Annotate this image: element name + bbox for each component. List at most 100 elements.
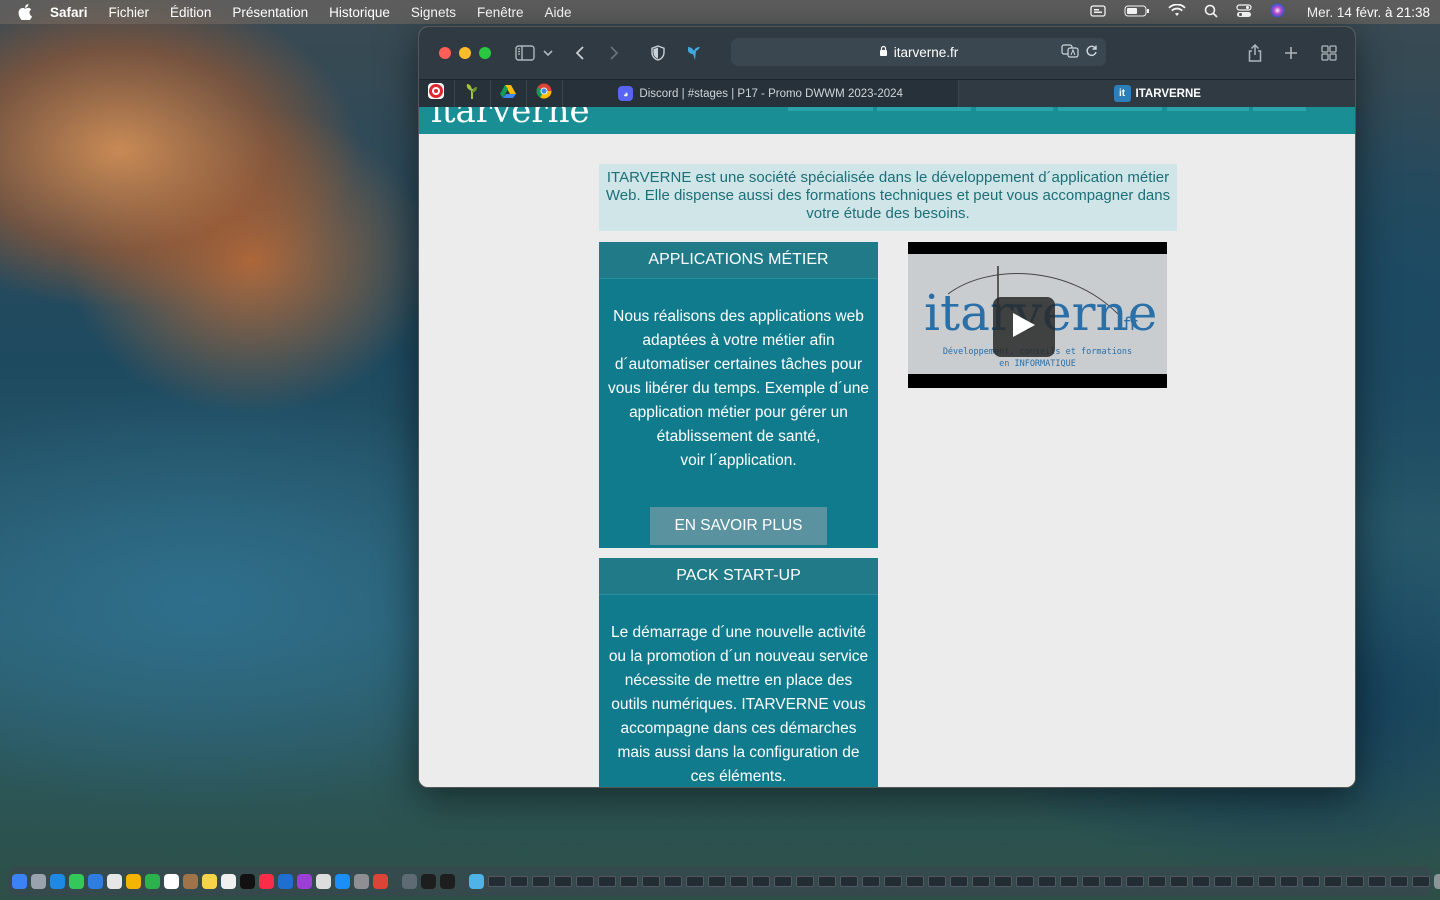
minimized-window[interactable] <box>840 875 858 887</box>
minimized-window[interactable] <box>818 875 836 887</box>
minimized-window[interactable] <box>620 875 638 887</box>
address-bar[interactable]: itarverne.fr <box>731 38 1106 66</box>
apple-icon[interactable] <box>18 4 32 20</box>
control-center-icon[interactable] <box>1236 3 1252 21</box>
maps-icon[interactable] <box>107 873 122 889</box>
minimized-window[interactable] <box>1016 875 1034 887</box>
launchpad-icon[interactable] <box>31 873 46 889</box>
settings-icon[interactable] <box>354 873 369 889</box>
site-logo[interactable]: itarverne <box>431 107 590 131</box>
nav-item[interactable] <box>976 107 1053 111</box>
minimized-window[interactable] <box>1060 875 1078 887</box>
minimized-window[interactable] <box>972 875 990 887</box>
pinned-tab-red[interactable] <box>419 79 455 108</box>
minimized-window[interactable] <box>1324 875 1342 887</box>
contacts-icon[interactable] <box>183 873 198 889</box>
menu-edition[interactable]: Édition <box>170 5 211 20</box>
app-icon[interactable] <box>316 873 331 889</box>
minimized-window[interactable] <box>884 875 902 887</box>
nav-item[interactable] <box>1058 107 1162 111</box>
pinned-tab-chrome[interactable] <box>527 79 563 108</box>
view-application-link[interactable]: voir l´application. <box>607 449 870 473</box>
minimized-window[interactable] <box>1390 875 1408 887</box>
minimized-window[interactable] <box>1192 875 1210 887</box>
minimized-window[interactable] <box>1302 875 1320 887</box>
figma-icon[interactable] <box>421 873 436 889</box>
minimized-window[interactable] <box>1104 875 1122 887</box>
menu-aide[interactable]: Aide <box>544 5 571 20</box>
extension-bird-icon[interactable] <box>685 44 703 62</box>
wifi-icon[interactable] <box>1168 3 1186 20</box>
minimized-window[interactable] <box>532 875 550 887</box>
sidebar-toggle-icon[interactable] <box>515 45 535 61</box>
tab-discord[interactable]: ◕ Discord | #stages | P17 - Promo DWWM 2… <box>563 79 960 108</box>
nav-item[interactable] <box>788 107 873 111</box>
zoom-window-button[interactable] <box>479 47 491 59</box>
menu-app-name[interactable]: Safari <box>50 5 88 20</box>
minimized-window[interactable] <box>906 875 924 887</box>
minimized-window[interactable] <box>1346 875 1364 887</box>
minimized-window[interactable] <box>576 875 594 887</box>
menu-historique[interactable]: Historique <box>329 5 390 20</box>
music-icon[interactable] <box>259 873 274 889</box>
minimized-window[interactable] <box>774 875 792 887</box>
reload-icon[interactable] <box>1085 44 1098 61</box>
minimized-window[interactable] <box>1170 875 1188 887</box>
minimized-window[interactable] <box>1412 875 1430 887</box>
minimized-window[interactable] <box>1038 875 1056 887</box>
minimized-window[interactable] <box>862 875 880 887</box>
pinned-tab-plant[interactable] <box>455 79 491 108</box>
podcasts-icon[interactable] <box>297 873 312 889</box>
minimized-window[interactable] <box>730 875 748 887</box>
minimized-window[interactable] <box>1082 875 1100 887</box>
minimized-window[interactable] <box>510 875 528 887</box>
minimized-window[interactable] <box>598 875 616 887</box>
chrome-dock-icon[interactable] <box>373 873 388 889</box>
share-icon[interactable] <box>1248 44 1262 62</box>
menu-presentation[interactable]: Présentation <box>232 5 308 20</box>
minimized-window[interactable] <box>664 875 682 887</box>
minimized-window[interactable] <box>488 875 506 887</box>
finder-icon[interactable] <box>12 873 27 889</box>
menu-signets[interactable]: Signets <box>411 5 456 20</box>
pinned-tab-drive[interactable] <box>491 79 527 108</box>
minimized-window[interactable] <box>1280 875 1298 887</box>
back-icon[interactable] <box>575 45 585 61</box>
calendar-icon[interactable] <box>164 873 179 889</box>
reminders-icon[interactable] <box>221 873 236 889</box>
tab-overview-icon[interactable] <box>1321 45 1337 61</box>
mail-icon[interactable] <box>88 873 103 889</box>
notes-icon[interactable] <box>202 873 217 889</box>
minimized-window[interactable] <box>554 875 572 887</box>
forward-icon[interactable] <box>609 45 619 61</box>
search-icon[interactable] <box>1204 4 1218 21</box>
safari-dock-icon[interactable] <box>50 873 65 889</box>
minimized-window[interactable] <box>796 875 814 887</box>
reader-status-icon[interactable] <box>1090 4 1106 20</box>
menubar-clock[interactable]: Mer. 14 févr. à 21:38 <box>1307 5 1430 20</box>
privacy-shield-icon[interactable] <box>651 45 665 61</box>
en-savoir-plus-button[interactable]: EN SAVOIR PLUS <box>650 507 827 545</box>
nav-item[interactable] <box>1167 107 1249 111</box>
minimized-window[interactable] <box>642 875 660 887</box>
minimized-window[interactable] <box>1214 875 1232 887</box>
menu-fenetre[interactable]: Fenêtre <box>477 5 524 20</box>
folder-icon[interactable] <box>469 873 484 889</box>
tab-itarverne[interactable]: it ITARVERNE <box>959 79 1355 108</box>
battery-icon[interactable] <box>1124 5 1150 20</box>
nav-item[interactable] <box>1253 107 1306 111</box>
minimized-window[interactable] <box>928 875 946 887</box>
trash-icon[interactable] <box>1434 873 1440 889</box>
play-button[interactable] <box>993 297 1055 357</box>
nav-item[interactable] <box>877 107 971 111</box>
minimized-window[interactable] <box>686 875 704 887</box>
video-player[interactable]: itarverne .fr Développement, conseils et… <box>908 242 1167 388</box>
new-tab-icon[interactable] <box>1284 46 1298 60</box>
minimized-window[interactable] <box>752 875 770 887</box>
minimize-window-button[interactable] <box>459 47 471 59</box>
tv-icon[interactable] <box>240 873 255 889</box>
minimized-window[interactable] <box>1236 875 1254 887</box>
close-window-button[interactable] <box>439 47 451 59</box>
photos-icon[interactable] <box>126 873 141 889</box>
siri-icon[interactable] <box>1270 3 1285 21</box>
